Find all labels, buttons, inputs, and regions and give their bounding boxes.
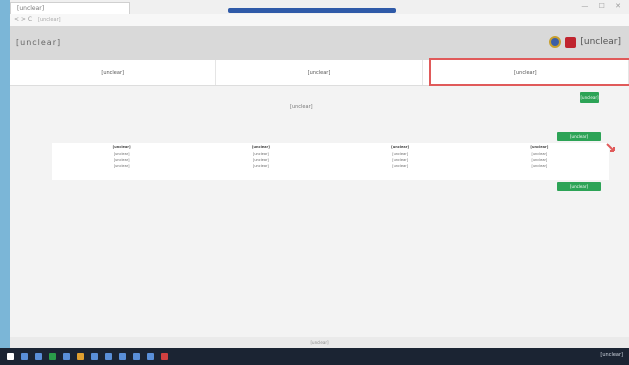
taskbar-app-icon[interactable] bbox=[91, 353, 98, 360]
col-header-3: [unclear] bbox=[391, 145, 410, 149]
window-drag-bar[interactable] bbox=[228, 8, 396, 13]
logo-text: [unclear] bbox=[580, 37, 621, 47]
browser-titlebar: [unclear] — ☐ ✕ bbox=[10, 0, 629, 14]
table-cell: [unclear] bbox=[531, 158, 548, 162]
table-cell: [unclear] bbox=[392, 152, 409, 156]
start-icon[interactable] bbox=[7, 353, 14, 360]
table-cell: [unclear] bbox=[252, 158, 269, 162]
taskbar-app-icon[interactable] bbox=[63, 353, 70, 360]
top-small-button[interactable]: [unclear] bbox=[580, 92, 599, 103]
address-url[interactable]: [unclear] bbox=[38, 17, 61, 23]
col-header-4: [unclear] bbox=[530, 145, 549, 149]
table-cell: [unclear] bbox=[392, 164, 409, 168]
taskbar-app-icon[interactable] bbox=[21, 353, 28, 360]
system-tray-clock[interactable]: [unclear] bbox=[600, 352, 623, 358]
emblem-logo-icon bbox=[549, 36, 562, 48]
col-header-1: [unclear] bbox=[112, 145, 131, 149]
taskbar-app-icon[interactable] bbox=[49, 353, 56, 360]
tab-1[interactable]: [unclear] bbox=[10, 60, 217, 85]
table-cell: [unclear] bbox=[113, 164, 130, 168]
taskbar-app-icon[interactable] bbox=[105, 353, 112, 360]
browser-tab-title: [unclear] bbox=[17, 5, 45, 12]
nav-buttons[interactable]: < > C bbox=[14, 16, 32, 23]
table-cell: [unclear] bbox=[113, 158, 130, 162]
taskbar-app-icon[interactable] bbox=[161, 353, 168, 360]
page-caption: [unclear] bbox=[290, 104, 313, 110]
highlight-box bbox=[429, 58, 629, 86]
window-controls[interactable]: — ☐ ✕ bbox=[581, 2, 625, 10]
table-cell: [unclear] bbox=[531, 152, 548, 156]
taskbar-app-icon[interactable] bbox=[35, 353, 42, 360]
taskbar-app-icon[interactable] bbox=[77, 353, 84, 360]
taskbar-app-icon[interactable] bbox=[133, 353, 140, 360]
browser-window: [unclear] — ☐ ✕ < > C [unclear] [unclear… bbox=[10, 0, 629, 348]
red-arrow-icon bbox=[606, 143, 615, 152]
taskbar-app-icon[interactable] bbox=[147, 353, 154, 360]
table-cell: [unclear] bbox=[531, 164, 548, 168]
table-row[interactable]: [unclear] [unclear] [unclear] [unclear] bbox=[52, 163, 609, 169]
data-table: [unclear] [unclear] [unclear] [unclear] … bbox=[52, 143, 609, 180]
site-title: [unclear] bbox=[16, 38, 62, 47]
site-header: [unclear] [unclear] bbox=[10, 26, 629, 60]
logo-group: [unclear] bbox=[549, 36, 621, 48]
page-footer: [unclear] bbox=[10, 337, 629, 348]
taskbar-app-icon[interactable] bbox=[119, 353, 126, 360]
table-cell: [unclear] bbox=[252, 164, 269, 168]
table-cell: [unclear] bbox=[113, 152, 130, 156]
col-header-2: [unclear] bbox=[251, 145, 270, 149]
table-header-row: [unclear] [unclear] [unclear] [unclear] bbox=[52, 143, 609, 151]
above-table-button[interactable]: [unclear] bbox=[557, 132, 601, 141]
taskbar: [unclear] bbox=[0, 348, 629, 365]
left-edge-bar bbox=[0, 0, 10, 348]
red-logo-icon bbox=[565, 36, 577, 48]
below-table-button[interactable]: [unclear] bbox=[557, 182, 601, 191]
browser-tab[interactable]: [unclear] bbox=[10, 2, 130, 14]
tab-2[interactable]: [unclear] bbox=[216, 60, 423, 85]
table-cell: [unclear] bbox=[252, 152, 269, 156]
table-cell: [unclear] bbox=[392, 158, 409, 162]
